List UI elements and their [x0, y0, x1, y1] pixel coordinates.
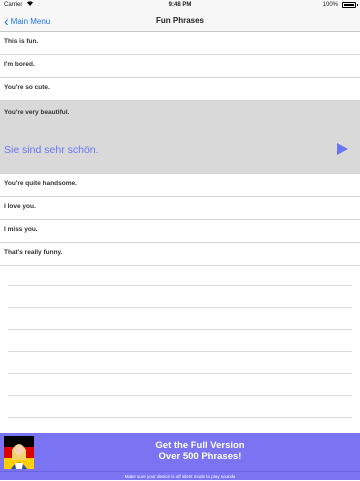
status-time: 9:48 PM	[168, 2, 192, 8]
phrase-label: This is fun.	[4, 38, 39, 45]
phrase-row[interactable]: I'm bored.	[0, 55, 360, 78]
empty-row-divider	[8, 308, 352, 330]
navigation-bar: ‹ Main Menu Fun Phrases	[0, 10, 360, 32]
phrase-label: You're very beautiful.	[4, 109, 70, 116]
page-title: Fun Phrases	[155, 16, 204, 25]
empty-row-divider	[8, 396, 352, 418]
empty-row-divider	[8, 330, 352, 352]
phrase-row[interactable]: That's really funny.	[0, 243, 360, 266]
status-bar: Carrier 9:48 PM 100%	[0, 0, 360, 10]
phrase-label: That's really funny.	[4, 249, 63, 256]
full-version-promo-banner[interactable]: Get the Full Version Over 500 Phrases!	[0, 433, 360, 471]
play-icon[interactable]	[337, 143, 348, 155]
silent-mode-notice: Make sure your device is off silent mode…	[0, 471, 360, 480]
phrase-translation: Sie sind sehr schön.	[4, 144, 99, 156]
empty-list-area	[8, 264, 352, 440]
promo-text: Get the Full Version Over 500 Phrases!	[40, 440, 360, 462]
phrase-label: I'm bored.	[4, 61, 35, 68]
empty-row-divider	[8, 286, 352, 308]
empty-row-divider	[8, 374, 352, 396]
phrase-row[interactable]: I love you.	[0, 197, 360, 220]
phrase-list: This is fun. I'm bored. You're so cute. …	[0, 32, 360, 266]
phrase-label: I love you.	[4, 203, 36, 210]
german-girl-mascot-image	[4, 436, 34, 469]
phrase-row[interactable]: This is fun.	[0, 32, 360, 55]
phrase-row[interactable]: I miss you.	[0, 220, 360, 243]
empty-row-divider	[8, 352, 352, 374]
phrase-label: You're quite handsome.	[4, 180, 77, 187]
phrase-row-selected[interactable]: You're very beautiful. Sie sind sehr sch…	[0, 101, 360, 174]
battery-percent: 100%	[322, 2, 338, 8]
phrase-label: You're so cute.	[4, 84, 50, 91]
phrase-row[interactable]: You're quite handsome.	[0, 174, 360, 197]
phrase-row[interactable]: You're so cute.	[0, 78, 360, 101]
phrase-label: I miss you.	[4, 226, 38, 233]
empty-row-divider	[8, 264, 352, 286]
promo-line-1: Get the Full Version	[155, 440, 245, 451]
promo-line-2: Over 500 Phrases!	[158, 451, 242, 462]
battery-icon	[342, 2, 358, 8]
